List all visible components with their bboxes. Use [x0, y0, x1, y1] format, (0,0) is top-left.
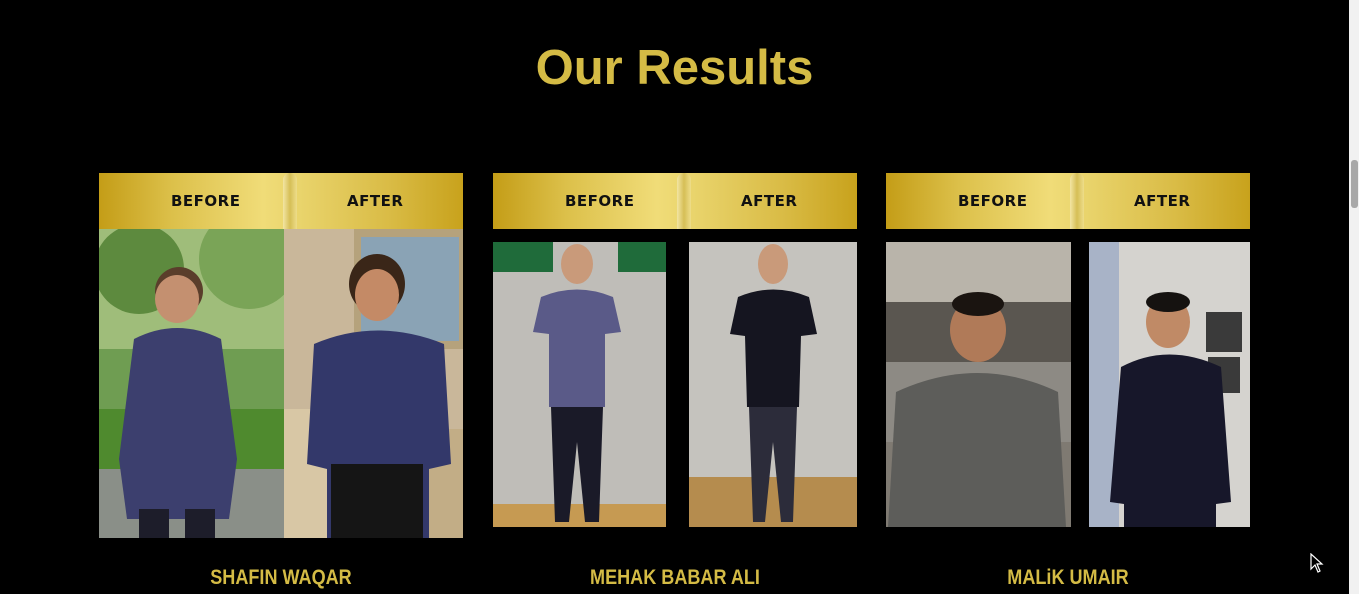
before-label: BEFORE: [171, 192, 241, 210]
after-label: AFTER: [347, 192, 404, 210]
page-scrollbar[interactable]: [1349, 0, 1359, 594]
mouse-pointer-icon: [1310, 553, 1324, 573]
result-card-malik-umair: BEFORE AFTER MALiK UMAIR: [886, 173, 1250, 594]
scrollbar-thumb[interactable]: [1351, 160, 1358, 208]
before-after-photo: [99, 229, 463, 538]
before-label: BEFORE: [565, 192, 635, 210]
section-title: Our Results: [535, 41, 814, 95]
client-name: MALiK UMAIR: [1007, 566, 1129, 589]
result-card-mehak-babar-ali: BEFORE AFTER MEHAK BABAR ALI: [493, 173, 857, 594]
before-after-banner: BEFORE AFTER: [99, 173, 463, 229]
client-name: SHAFIN WAQAR: [210, 566, 352, 589]
before-label: BEFORE: [958, 192, 1028, 210]
before-after-photo: [886, 242, 1250, 527]
after-label: AFTER: [741, 192, 798, 210]
before-after-banner: BEFORE AFTER: [493, 173, 857, 229]
before-after-banner: BEFORE AFTER: [886, 173, 1250, 229]
client-name: MEHAK BABAR ALI: [590, 566, 760, 589]
after-label: AFTER: [1134, 192, 1191, 210]
before-after-photo: [493, 242, 857, 527]
result-card-shafin-waqar: BEFORE AFTER SHAFIN WAQAR: [99, 173, 463, 594]
results-page: Our Results BEFORE AFTER SHAFIN WAQAR BE…: [0, 0, 1359, 594]
